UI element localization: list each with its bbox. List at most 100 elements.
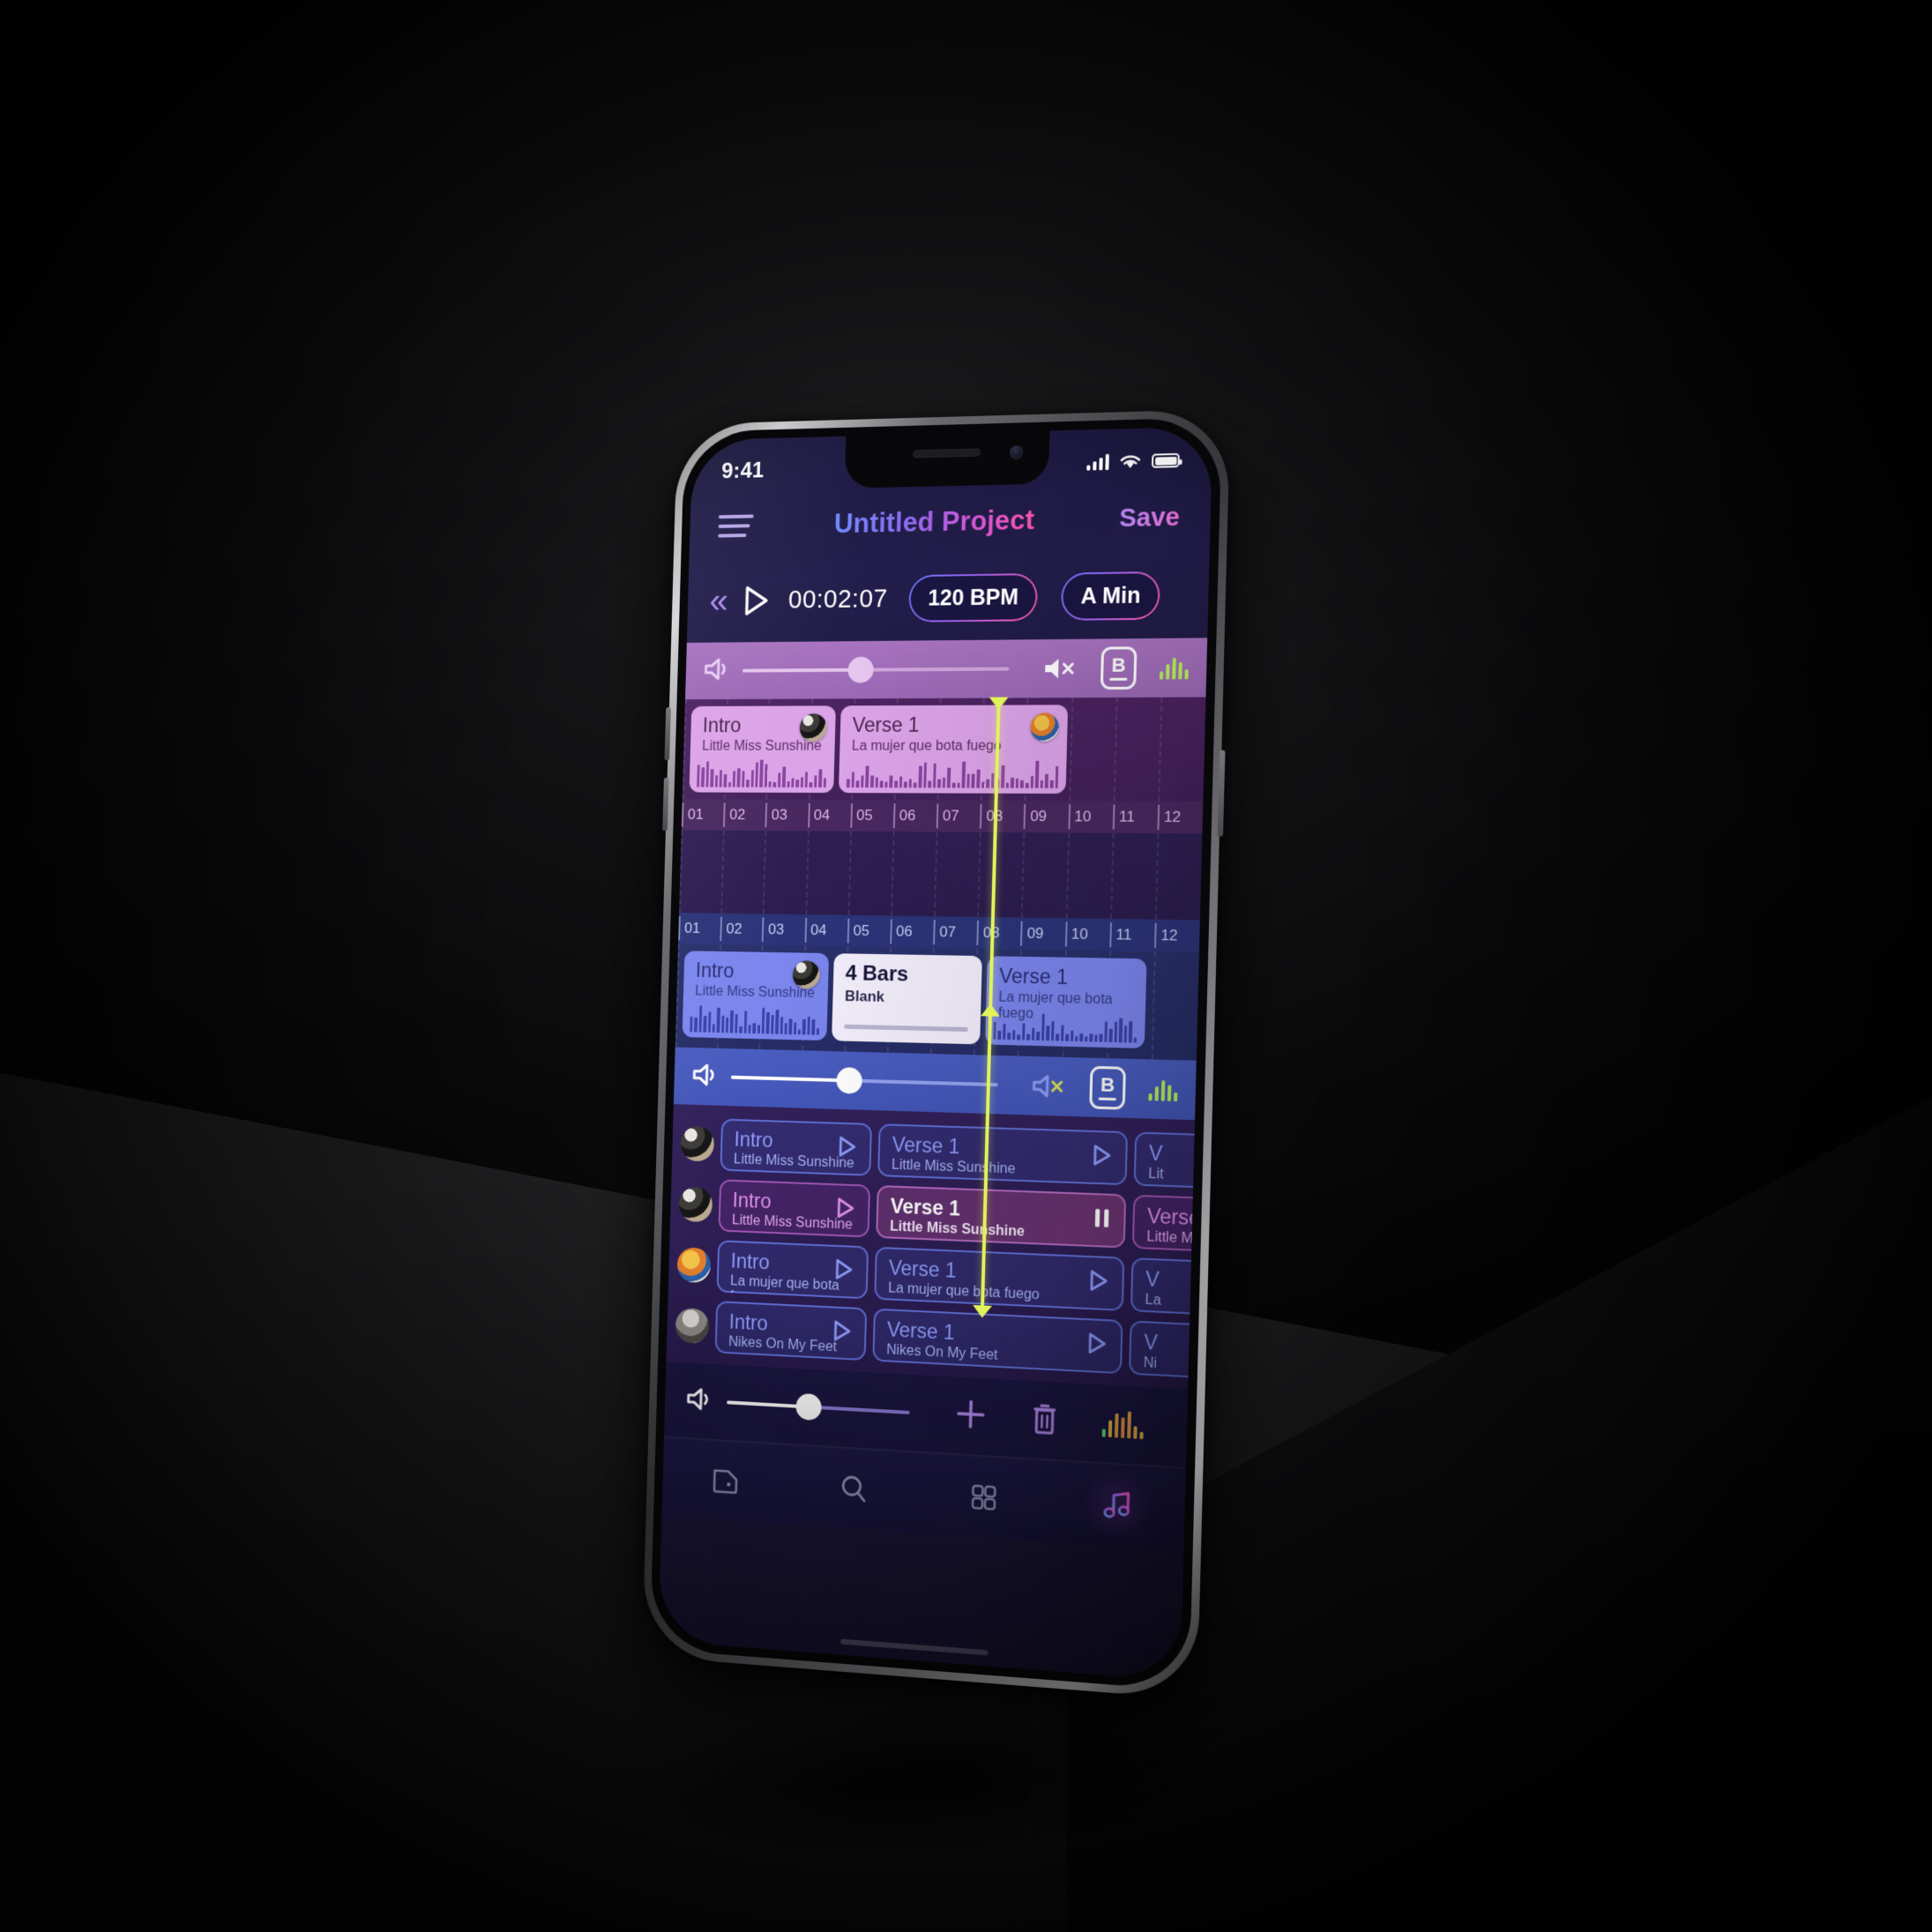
library-card[interactable]: Verse 1 Nikes On My Feet <box>872 1308 1123 1375</box>
avatar <box>792 960 821 989</box>
notch <box>844 429 1050 489</box>
timeline-area: B Intro Little Miss Sunshine Verse 1 La … <box>658 638 1208 1681</box>
empty-lane[interactable] <box>679 830 1203 921</box>
clip-library: Intro Little Miss Sunshine Verse 1 Little M… <box>666 1104 1196 1390</box>
track-1-clips: Intro Little Miss Sunshine Verse 1 La mujer… <box>683 705 1069 794</box>
search-icon <box>835 1469 872 1509</box>
tab-search[interactable] <box>823 1461 884 1516</box>
b-badge-icon[interactable]: B <box>1100 646 1138 690</box>
track-1-bar-ruler[interactable]: 010203040506070809101112 <box>681 799 1204 834</box>
clip-title: 4 Bars <box>845 961 909 987</box>
tab-grid[interactable] <box>952 1469 1015 1525</box>
music-note-icon <box>1096 1483 1138 1527</box>
play-icon[interactable] <box>743 585 769 616</box>
clip-subtitle: La mujer que bota fuego <box>851 738 1002 754</box>
bpm-button[interactable]: 120 BPM <box>908 572 1039 623</box>
play-button[interactable] <box>830 1256 856 1287</box>
bar-tick: 02 <box>720 914 763 945</box>
library-card[interactable]: Verse 1 Little Miss Sunshine <box>876 1184 1127 1249</box>
avatar <box>799 713 828 742</box>
top-navigation-bar: Untitled Project Save <box>690 486 1212 557</box>
studio-scene: 9:41 Untitled Project Save « 00:02:07 12… <box>0 0 1932 1932</box>
library-card[interactable]: V Ni <box>1129 1320 1190 1378</box>
avatar[interactable] <box>680 1125 715 1162</box>
level-meter-icon[interactable] <box>1148 1078 1178 1102</box>
timeline-clip[interactable]: Intro Little Miss Sunshine <box>682 951 830 1041</box>
master-volume-slider[interactable] <box>727 1390 910 1427</box>
library-card[interactable]: Verse 2Little Miss Sun <box>1131 1194 1193 1251</box>
bar-tick: 03 <box>762 914 805 945</box>
blank-clip-line <box>844 1024 968 1033</box>
bar-tick: 02 <box>723 799 766 831</box>
earpiece-speaker-icon <box>913 448 981 459</box>
tab-music[interactable] <box>1085 1477 1149 1533</box>
library-card-subtitle: Little Miss Sun <box>1146 1229 1193 1249</box>
plus-icon[interactable] <box>952 1395 988 1437</box>
cellular-bars-icon <box>1085 453 1109 471</box>
mute-icon[interactable] <box>1031 1072 1067 1100</box>
avatar[interactable] <box>676 1247 712 1284</box>
transport-bar: « 00:02:07 120 BPM A Min <box>687 552 1210 643</box>
play-button[interactable] <box>1083 1330 1110 1362</box>
pause-button[interactable] <box>1089 1205 1113 1237</box>
save-button[interactable]: Save <box>1119 503 1181 533</box>
volume-icon[interactable] <box>702 656 735 686</box>
key-button[interactable]: A Min <box>1061 571 1161 621</box>
level-meter-icon[interactable] <box>1101 1410 1145 1440</box>
track-1-lane[interactable]: Intro Little Miss Sunshine Verse 1 La mujer… <box>682 697 1206 802</box>
folder-icon <box>707 1461 743 1500</box>
bar-tick: 10 <box>1068 801 1113 833</box>
bar-tick: 09 <box>1020 918 1065 951</box>
volume-icon[interactable] <box>684 1384 717 1416</box>
timeline-clip[interactable]: Intro Little Miss Sunshine <box>689 705 836 794</box>
track-2-lane[interactable]: Intro Little Miss Sunshine 4 Bars Blank Vers… <box>675 944 1199 1061</box>
bar-tick: 09 <box>1024 801 1069 833</box>
library-card[interactable]: Intro La mujer que bota fu... <box>716 1240 869 1305</box>
hamburger-menu-icon[interactable] <box>718 514 754 538</box>
play-icon <box>830 1256 856 1283</box>
timeline-clip[interactable]: Verse 1 La mujer que bota fuego <box>985 956 1147 1049</box>
library-card[interactable]: Intro Nikes On My Feet <box>714 1301 868 1361</box>
bar-tick: 10 <box>1064 918 1109 951</box>
waveform <box>993 1010 1138 1043</box>
bar-tick: 01 <box>682 799 724 830</box>
bar-tick: 07 <box>936 800 981 832</box>
play-icon <box>1087 1141 1115 1168</box>
waveform <box>690 1003 820 1035</box>
bar-tick: 11 <box>1109 919 1155 951</box>
trash-icon[interactable] <box>1029 1399 1060 1442</box>
avatar[interactable] <box>675 1307 710 1345</box>
library-card[interactable]: Verse 1 La mujer que bota fuego <box>874 1246 1125 1311</box>
timeline-clip[interactable]: 4 Bars Blank <box>832 953 982 1045</box>
library-card[interactable]: Verse 1 Little Miss Sunshine <box>877 1123 1129 1186</box>
track-2-volume-slider[interactable] <box>730 1064 999 1098</box>
play-button[interactable] <box>1085 1267 1112 1300</box>
b-badge-icon[interactable]: B <box>1089 1065 1126 1110</box>
grid-icon <box>965 1477 1003 1517</box>
library-card[interactable]: Intro Little Miss Sunshine <box>718 1179 871 1238</box>
play-button[interactable] <box>1087 1141 1115 1174</box>
clip-subtitle: Little Miss Sunshine <box>701 739 822 754</box>
phone-device: 9:41 Untitled Project Save « 00:02:07 12… <box>642 408 1231 1700</box>
volume-icon[interactable] <box>690 1061 723 1092</box>
library-card[interactable]: V Lit <box>1133 1131 1195 1188</box>
library-card[interactable]: Intro Little Miss Sunshine <box>720 1118 873 1176</box>
track-1-volume-slider[interactable] <box>742 656 1010 684</box>
rewind-icon[interactable]: « <box>709 582 728 620</box>
play-icon <box>1085 1267 1112 1295</box>
mute-icon[interactable] <box>1042 655 1078 682</box>
timeline-clip[interactable]: Verse 1 La mujer que bota fuego <box>838 705 1069 794</box>
play-button[interactable] <box>833 1133 860 1165</box>
library-card-title: V <box>1143 1330 1159 1354</box>
bar-tick: 07 <box>933 916 977 949</box>
tab-folder[interactable] <box>696 1454 756 1508</box>
clip-title: Verse 1 <box>998 964 1069 989</box>
avatar[interactable] <box>678 1186 713 1223</box>
waveform <box>846 758 1059 788</box>
library-card[interactable]: V La <box>1130 1257 1191 1315</box>
play-button[interactable] <box>832 1195 858 1227</box>
level-meter-icon[interactable] <box>1159 656 1189 680</box>
library-card-subtitle: Ni <box>1143 1355 1158 1372</box>
play-button[interactable] <box>828 1317 854 1349</box>
library-card-title: V <box>1148 1141 1163 1166</box>
